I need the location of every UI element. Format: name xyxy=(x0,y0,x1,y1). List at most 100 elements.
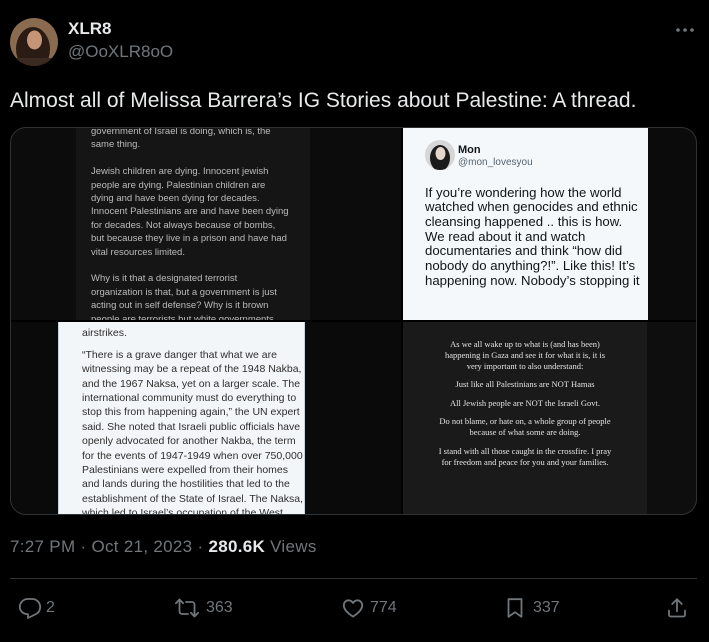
reply-icon xyxy=(18,596,42,620)
divider xyxy=(10,578,697,579)
quoted-tweet-card: Mon @mon_lovesyou If you’re wondering ho… xyxy=(403,127,648,320)
author-avatar[interactable] xyxy=(10,18,58,66)
author-display-name[interactable]: XLR8 xyxy=(68,19,111,39)
retweet-button[interactable]: 363 xyxy=(175,596,239,620)
like-button[interactable]: 774 xyxy=(341,596,401,620)
text-line: stop this from happening again,” the UN … xyxy=(82,406,300,419)
paragraph: As we all wake up to what is (and has be… xyxy=(403,339,647,372)
retweet-graphic xyxy=(175,598,199,618)
reply-button[interactable]: 2 xyxy=(18,596,58,620)
excerpt-lead-line: airstrikes. xyxy=(82,327,127,339)
reply-count: 2 xyxy=(46,599,55,616)
paragraph: I stand with all those caught in the cro… xyxy=(403,446,647,468)
views-count: 280.6K xyxy=(208,537,266,556)
tweet-text: Almost all of Melissa Barrera’s IG Stori… xyxy=(10,89,637,112)
bookmark-count: 337 xyxy=(533,599,560,616)
text-line: “There is a grave danger that what we ar… xyxy=(82,348,277,361)
media-image-4[interactable]: As we all wake up to what is (and has be… xyxy=(403,322,697,515)
text-line: vital resources limited. xyxy=(91,246,185,258)
share-button[interactable] xyxy=(665,596,689,620)
bookmark-path xyxy=(507,598,523,618)
text-line: We read about it and watch xyxy=(425,228,586,244)
text-line: organization is that, but a government i… xyxy=(91,286,277,298)
media-image-1[interactable]: government of Israel is doing, which is,… xyxy=(10,127,401,320)
text-line: nobody do anything?!”. Like this! It’s xyxy=(425,258,636,274)
text-line: cleansing happened .. this is how. xyxy=(425,214,623,229)
text-line: very important to also understand: xyxy=(466,360,584,371)
media-image-3[interactable]: airstrikes. “There is a grave danger tha… xyxy=(10,322,401,515)
bookmark-button[interactable]: 337 xyxy=(503,596,563,620)
text-line: Why is it that a designated terrorist xyxy=(91,273,238,285)
heart-graphic xyxy=(342,599,364,618)
paragraph: All Jewish people are NOT the Israeli Go… xyxy=(403,398,647,409)
media-grid: government of Israel is doing, which is,… xyxy=(10,127,697,515)
profile-photo xyxy=(10,18,58,66)
text-line: said. She noted that Israeli public offi… xyxy=(82,420,301,433)
text-line: acting out in self defense? Why is it br… xyxy=(91,300,269,312)
avatar-face xyxy=(435,147,446,160)
timestamp-time[interactable]: 7:27 PM xyxy=(10,537,75,556)
text-line: Do not blame, or hate on, a whole group … xyxy=(439,416,611,426)
paragraph: Jewish children are dying. Innocent jewi… xyxy=(91,165,289,259)
story-text: government of Israel is doing, which is,… xyxy=(91,127,289,320)
text-line: same thing. xyxy=(91,139,141,151)
retweet-count: 363 xyxy=(206,599,233,616)
profile-photo xyxy=(425,140,455,170)
text-line: As we all wake up to what is (and has be… xyxy=(450,338,600,349)
paragraph: Why is it that a designated terrorist org… xyxy=(91,272,289,320)
separator: · xyxy=(197,537,204,556)
retweet-icon xyxy=(175,596,199,620)
text-line: but because they live in a prison and ha… xyxy=(91,233,287,245)
text-line: government of Israel is doing, which is,… xyxy=(91,127,271,137)
paragraph: Do not blame, or hate on, a whole group … xyxy=(403,416,647,438)
heart-path xyxy=(342,599,364,618)
text-line: establishment of the State of Israel. Th… xyxy=(82,492,304,505)
text-line: for decades. Not always because of bombs… xyxy=(91,219,276,231)
text-line: happening in Gaza and see it for what it… xyxy=(444,349,606,360)
avatar-face xyxy=(27,30,42,50)
quoted-tweet-text: If you’re wondering how the world watched… xyxy=(425,184,640,289)
text-line: Innocent Palestinians are and have been … xyxy=(91,206,289,218)
text-line: I stand with all those caught in the cro… xyxy=(438,445,612,456)
reply-bubble-path xyxy=(18,598,42,619)
text-line: watched when genocides and ethnic xyxy=(425,199,638,215)
avatar-shoulders xyxy=(10,58,58,66)
text-line: All Jewish people are NOT the Israeli Go… xyxy=(450,397,600,408)
paragraph: government of Israel is doing, which is,… xyxy=(91,127,289,152)
dot xyxy=(676,28,680,32)
text-line: and the 1967 Naksa, yet on a larger scal… xyxy=(82,377,301,390)
text-line: for the events of 1947-1949 when over 75… xyxy=(82,449,303,462)
more-dots-graphic xyxy=(676,28,694,32)
text-line: openly advocated for another Nakba, the … xyxy=(82,435,296,448)
share-path xyxy=(668,598,686,618)
bookmark-graphic xyxy=(507,598,523,618)
reply-graphic xyxy=(18,598,42,619)
excerpt-text: “There is a grave danger that what we ar… xyxy=(82,348,303,515)
text-line: happening now. Nobody’s stopping it xyxy=(425,272,640,288)
text-line: for freedom and peace for you and your f… xyxy=(441,456,609,467)
like-count: 774 xyxy=(370,599,397,616)
text-line: witnessing may be a repeat of the 1948 N… xyxy=(82,363,302,376)
text-line: international community must do everythi… xyxy=(82,392,297,405)
quoted-author-name: Mon xyxy=(458,144,481,156)
paragraph: Just like all Palestinians are NOT Hamas xyxy=(403,379,647,390)
bookmark-icon xyxy=(503,596,527,620)
text-line: Jewish children are dying. Innocent jewi… xyxy=(91,166,269,178)
story-text: As we all wake up to what is (and has be… xyxy=(403,339,647,468)
dot xyxy=(683,28,687,32)
text-line: which led to Israel’s occupation of the … xyxy=(82,507,283,515)
text-line: people are dying. Palestinian children a… xyxy=(91,179,266,191)
timestamp-date[interactable]: Oct 21, 2023 xyxy=(91,537,192,556)
text-line: If you’re wondering how the world xyxy=(425,184,622,200)
heart-icon xyxy=(341,596,365,620)
quoted-author-handle: @mon_lovesyou xyxy=(458,157,533,168)
text-line: people are terrorists but white governme… xyxy=(91,313,274,320)
media-image-2[interactable]: Mon @mon_lovesyou If you’re wondering ho… xyxy=(403,127,697,320)
share-graphic xyxy=(668,598,686,618)
more-horizontal-icon[interactable] xyxy=(674,20,696,40)
views-label: Views xyxy=(270,537,317,556)
author-handle[interactable]: @OoXLR8oO xyxy=(68,42,173,62)
separator: · xyxy=(80,537,87,556)
text-line: documentaries and think “how did xyxy=(425,243,623,259)
share-icon xyxy=(665,596,689,620)
